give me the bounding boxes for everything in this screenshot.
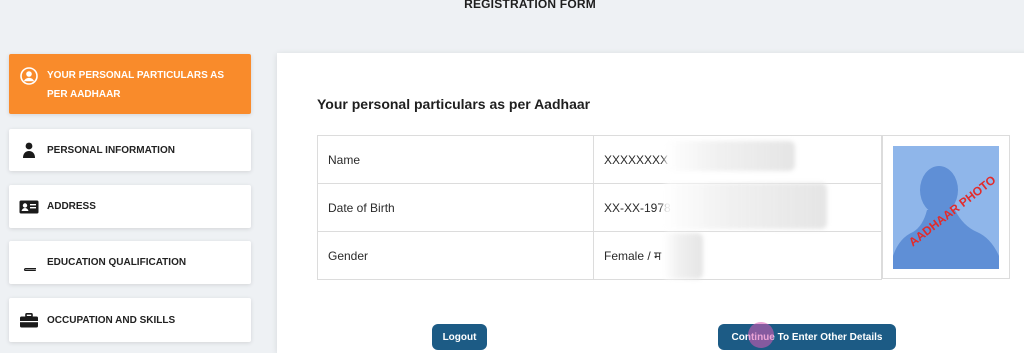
book-icon (19, 254, 39, 271)
sidebar-item-aadhaar-particulars[interactable]: YOUR PERSONAL PARTICULARS AS PER AADHAAR (9, 54, 251, 114)
sidebar-item-education-qualification[interactable]: EDUCATION QUALIFICATION (9, 241, 251, 284)
table-row: Name XXXXXXXX (317, 135, 882, 184)
redaction-blur (665, 141, 795, 171)
row-value: Female / म (593, 231, 882, 280)
sidebar-item-label: EDUCATION QUALIFICATION (47, 257, 187, 268)
redaction-blur (663, 233, 703, 279)
photo-frame: AADHAAR PHOTO (882, 135, 1010, 279)
page-title: REGISTRATION FORM (464, 0, 596, 11)
cursor-highlight (748, 322, 774, 348)
logout-button[interactable]: Logout (432, 324, 487, 350)
sidebar-item-label: PERSONAL INFORMATION (47, 144, 175, 156)
user-circle-icon (19, 67, 39, 85)
briefcase-icon (19, 312, 39, 328)
row-label: Gender (317, 231, 594, 280)
particulars-panel: Your personal particulars as per Aadhaar… (277, 53, 1024, 353)
panel-heading: Your personal particulars as per Aadhaar (317, 96, 591, 112)
sidebar-item-personal-information[interactable]: PERSONAL INFORMATION (9, 129, 251, 171)
row-label: Date of Birth (317, 183, 594, 232)
sidebar-item-label: YOUR PERSONAL PARTICULARS AS PER AADHAAR (47, 70, 225, 100)
sidebar-item-label: OCCUPATION AND SKILLS (47, 314, 176, 326)
redaction-blur (663, 183, 827, 229)
continue-button[interactable]: Continue To Enter Other Details (718, 324, 896, 350)
person-icon (19, 142, 39, 158)
row-label: Name (317, 135, 594, 184)
sidebar-item-occupation-and-skills[interactable]: OCCUPATION AND SKILLS (9, 298, 251, 342)
id-card-icon (19, 199, 39, 215)
aadhaar-photo-placeholder: AADHAAR PHOTO (893, 146, 999, 269)
table-row: Gender Female / म (317, 231, 882, 280)
sidebar-item-address[interactable]: ADDRESS (9, 185, 251, 228)
sidebar-item-label: ADDRESS (47, 201, 96, 212)
